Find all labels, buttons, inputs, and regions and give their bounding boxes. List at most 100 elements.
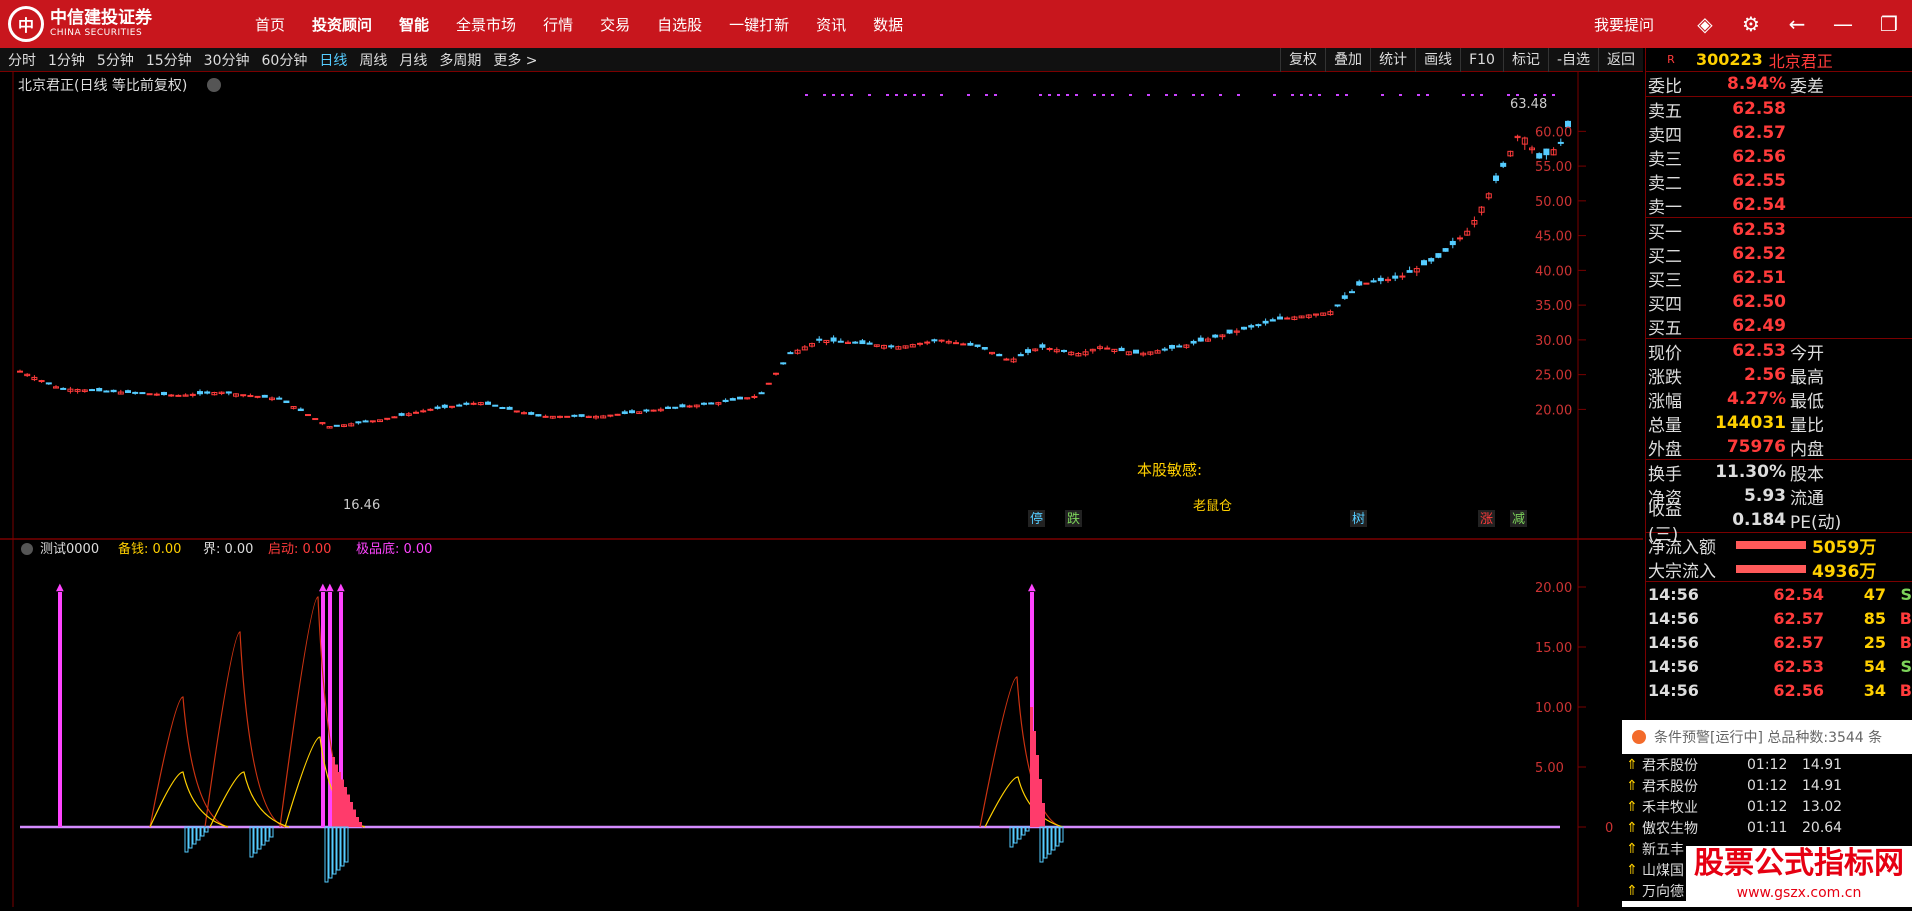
toolbar-btn-0[interactable]: 复权 bbox=[1280, 47, 1325, 72]
restore-icon[interactable]: ❐ bbox=[1866, 12, 1912, 36]
candle-body bbox=[1449, 240, 1456, 246]
alert-row[interactable]: ⇑ 禾丰牧业 01:12 13.02 bbox=[1622, 796, 1912, 817]
flow-value: 5059万 bbox=[1812, 537, 1877, 558]
toolbar-btn-4[interactable]: F10 bbox=[1460, 47, 1503, 72]
buy-price[interactable]: 62.49 bbox=[1704, 316, 1786, 336]
indicator-spike bbox=[321, 592, 325, 827]
buy-label: 买五 bbox=[1648, 318, 1682, 339]
toolbar-btn-6[interactable]: -自选 bbox=[1547, 47, 1598, 72]
buy-orders: 买一 62.53 买二 62.52 买三 62.51 买四 62.50 买五 62.49 bbox=[1646, 218, 1912, 339]
nav-item-3[interactable]: 全景市场 bbox=[456, 14, 516, 35]
candle-body bbox=[261, 394, 268, 398]
candle-body bbox=[528, 412, 535, 415]
buy-price[interactable]: 62.51 bbox=[1704, 268, 1786, 288]
sell-price[interactable]: 62.58 bbox=[1704, 99, 1786, 119]
nav-item-4[interactable]: 行情 bbox=[543, 14, 573, 35]
nav-item-9[interactable]: 数据 bbox=[873, 14, 903, 35]
signal-marker bbox=[904, 94, 907, 96]
period-tab-4[interactable]: 30分钟 bbox=[204, 50, 250, 70]
nav-item-8[interactable]: 资讯 bbox=[816, 14, 846, 35]
sell-price[interactable]: 62.56 bbox=[1704, 147, 1786, 167]
candle-body bbox=[153, 393, 160, 396]
candle-body bbox=[866, 342, 873, 345]
gear-icon[interactable]: ⚙ bbox=[1728, 12, 1774, 36]
period-tab-3[interactable]: 15分钟 bbox=[146, 50, 192, 70]
tick-side: S bbox=[1900, 656, 1912, 676]
double-up-arrow-icon: ⇑ bbox=[1626, 777, 1638, 794]
indicator-bar bbox=[359, 822, 362, 827]
nav-item-7[interactable]: 一键打新 bbox=[729, 14, 789, 35]
ask-question-link[interactable]: 我要提问 bbox=[1594, 14, 1654, 35]
indicator-neg-bar bbox=[188, 826, 193, 849]
buy-row: 买一 62.53 bbox=[1646, 218, 1912, 243]
period-tab-7[interactable]: 周线 bbox=[359, 50, 387, 70]
period-tab-10[interactable]: 更多 > bbox=[493, 50, 537, 70]
period-tab-5[interactable]: 60分钟 bbox=[262, 50, 308, 70]
candle-body bbox=[938, 339, 945, 342]
chart-area[interactable]: 60.00 55.00 50.00 45.00 40.00 35.00 30.00 25.00… bbox=[0, 72, 1643, 907]
nav-item-6[interactable]: 自选股 bbox=[657, 14, 702, 35]
event-tag[interactable]: 停 bbox=[1030, 511, 1043, 527]
minimize-icon[interactable]: — bbox=[1820, 12, 1866, 36]
brand-logo[interactable]: 中 中信建投证券 CHINA SECURITIES bbox=[0, 0, 255, 48]
nav-item-0[interactable]: 首页 bbox=[255, 14, 285, 35]
double-up-arrow-icon: ⇑ bbox=[1626, 798, 1638, 815]
candle-body bbox=[672, 406, 679, 409]
alert-row[interactable]: ⇑ 傲农生物 01:11 20.64 bbox=[1622, 817, 1912, 838]
candle-body bbox=[701, 402, 707, 405]
indicator-neg-bar bbox=[1009, 826, 1014, 848]
signal-marker bbox=[805, 94, 808, 96]
toolbar-btn-1[interactable]: 叠加 bbox=[1325, 47, 1370, 72]
nav-item-5[interactable]: 交易 bbox=[600, 14, 630, 35]
buy-price[interactable]: 62.53 bbox=[1704, 220, 1786, 240]
period-tab-9[interactable]: 多周期 bbox=[439, 50, 481, 70]
logo-cn: 中信建投证券 bbox=[50, 8, 152, 28]
indicator-toggle-icon[interactable] bbox=[21, 543, 33, 555]
tick-side: B bbox=[1899, 608, 1912, 628]
candle-body bbox=[499, 407, 506, 410]
nav-item-2[interactable]: 智能 bbox=[399, 14, 429, 35]
buy-price[interactable]: 62.50 bbox=[1704, 292, 1786, 312]
event-tag[interactable]: 减 bbox=[1512, 512, 1525, 527]
toolbar-btn-7[interactable]: 返回 bbox=[1598, 47, 1643, 72]
period-tab-6[interactable]: 日线 bbox=[319, 50, 347, 70]
alert-row[interactable]: ⇑ 君禾股份 01:12 14.91 bbox=[1622, 775, 1912, 796]
event-tag[interactable]: 涨 bbox=[1480, 512, 1493, 527]
candle-body bbox=[1334, 304, 1341, 307]
alert-row[interactable]: ⇑ 君禾股份 01:12 14.91 bbox=[1622, 754, 1912, 775]
period-tab-1[interactable]: 1分钟 bbox=[48, 50, 85, 70]
spike-arrow-icon: ▲ bbox=[337, 582, 345, 593]
indicator-bar bbox=[1033, 731, 1036, 827]
spike-arrow-icon: ▲ bbox=[1028, 582, 1036, 593]
tick-qty: 47 bbox=[1863, 584, 1886, 604]
signal-marker bbox=[1066, 94, 1069, 96]
candle-body bbox=[391, 416, 398, 419]
candle-body bbox=[125, 390, 131, 393]
candle-body bbox=[780, 362, 787, 365]
period-tab-0[interactable]: 分时 bbox=[8, 50, 36, 70]
toolbar-btn-2[interactable]: 统计 bbox=[1370, 47, 1415, 72]
period-tab-2[interactable]: 5分钟 bbox=[97, 50, 134, 70]
candle-body bbox=[1442, 248, 1449, 252]
toolbar-btn-3[interactable]: 画线 bbox=[1415, 47, 1460, 72]
buy-price[interactable]: 62.52 bbox=[1704, 244, 1786, 264]
indicator-field: 启动: 0.00 bbox=[268, 542, 331, 557]
watermark: 股票公式指标网 www.gszx.com.cn bbox=[1686, 846, 1912, 907]
period-tab-8[interactable]: 月线 bbox=[399, 50, 427, 70]
chevron-down-icon[interactable] bbox=[207, 78, 221, 92]
event-tag[interactable]: 跌 bbox=[1067, 511, 1080, 527]
indicator-bar bbox=[1039, 779, 1042, 827]
cube-icon[interactable]: ◈ bbox=[1682, 12, 1728, 36]
toolbar-btn-5[interactable]: 标记 bbox=[1502, 47, 1548, 72]
stat-label: 总量 bbox=[1648, 415, 1682, 436]
tick-time: 14:56 bbox=[1648, 584, 1699, 604]
nav-item-1[interactable]: 投资顾问 bbox=[312, 14, 372, 35]
stat-value: 62.53 bbox=[1732, 341, 1786, 361]
sell-price[interactable]: 62.57 bbox=[1704, 123, 1786, 143]
event-tag[interactable]: 树 bbox=[1352, 512, 1365, 527]
sell-price[interactable]: 62.55 bbox=[1704, 171, 1786, 191]
candle-body bbox=[953, 342, 959, 345]
back-arrow-icon[interactable]: ← bbox=[1774, 12, 1820, 36]
sell-price[interactable]: 62.54 bbox=[1704, 195, 1786, 215]
candle-body bbox=[643, 409, 650, 412]
